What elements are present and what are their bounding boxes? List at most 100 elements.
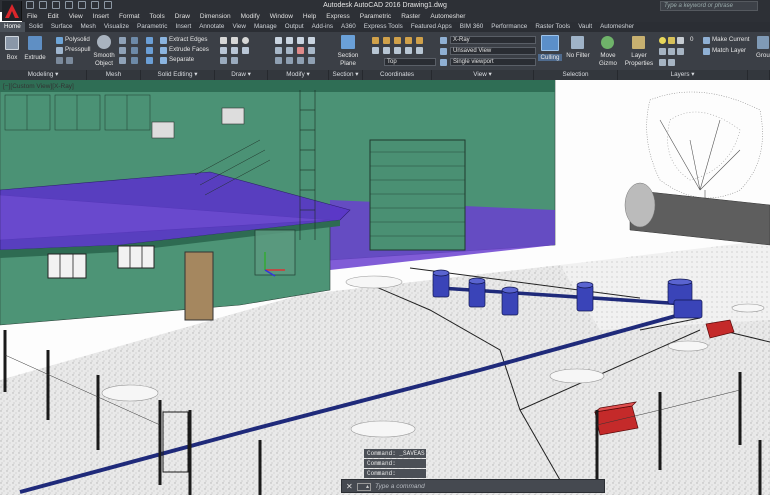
model-space-canvas[interactable] bbox=[0, 80, 770, 495]
match-layer-icon[interactable] bbox=[703, 48, 710, 55]
menu-insert[interactable]: Insert bbox=[88, 12, 114, 22]
menu-automesher[interactable]: Automesher bbox=[425, 12, 470, 22]
tab-mesh[interactable]: Mesh bbox=[77, 22, 100, 32]
named-view-icon[interactable] bbox=[440, 48, 447, 55]
tab-surface[interactable]: Surface bbox=[47, 22, 77, 32]
section-plane-button[interactable]: Section bbox=[335, 52, 361, 59]
tab-express-tools[interactable]: Express Tools bbox=[360, 22, 407, 32]
line-icon[interactable] bbox=[220, 37, 227, 44]
layer-tool4-icon[interactable] bbox=[659, 59, 666, 66]
separate-icon[interactable] bbox=[160, 57, 167, 64]
polyline-icon[interactable] bbox=[231, 37, 238, 44]
search-input[interactable]: Type a keyword or phrase bbox=[660, 1, 758, 11]
panel-selection[interactable]: Selection bbox=[534, 70, 618, 80]
menu-file[interactable]: File bbox=[22, 12, 42, 22]
tab-solid[interactable]: Solid bbox=[25, 22, 47, 32]
command-input[interactable]: Type a command bbox=[375, 483, 425, 490]
union-icon[interactable] bbox=[146, 37, 153, 44]
culling-icon[interactable] bbox=[541, 35, 559, 51]
panel-layers[interactable]: Layers ▾ bbox=[618, 70, 748, 80]
panel-coordinates[interactable]: Coordinates bbox=[363, 70, 432, 80]
layer-tool3-icon[interactable] bbox=[677, 48, 684, 55]
visual-style-dropdown[interactable]: X-Ray bbox=[450, 36, 536, 44]
menu-raster[interactable]: Raster bbox=[396, 12, 425, 22]
rectangle-icon[interactable] bbox=[231, 47, 238, 54]
extrude-faces-button[interactable]: Extrude Faces bbox=[169, 46, 209, 53]
mesh-tool3-icon[interactable] bbox=[119, 57, 126, 64]
groups-icon[interactable] bbox=[757, 36, 769, 49]
tab-featured-apps[interactable]: Featured Apps bbox=[407, 22, 456, 32]
layer-tool5-icon[interactable] bbox=[668, 59, 675, 66]
make-current-icon[interactable] bbox=[703, 37, 710, 44]
mesh-tool5-icon[interactable] bbox=[131, 47, 138, 54]
menu-draw[interactable]: Draw bbox=[170, 12, 195, 22]
subtract-icon[interactable] bbox=[146, 47, 153, 54]
close-command-line-icon[interactable]: ✕ bbox=[346, 482, 353, 491]
tab-add-ins[interactable]: Add-ins bbox=[308, 22, 337, 32]
menu-edit[interactable]: Edit bbox=[42, 12, 63, 22]
box-icon[interactable] bbox=[5, 36, 19, 50]
erase-icon[interactable] bbox=[297, 47, 304, 54]
culling-button[interactable]: Culling bbox=[538, 54, 562, 61]
menu-dimension[interactable]: Dimension bbox=[195, 12, 236, 22]
mesh-tool2-icon[interactable] bbox=[119, 47, 126, 54]
presspull-icon[interactable] bbox=[56, 47, 63, 54]
ucs-view-icon[interactable] bbox=[372, 47, 379, 54]
mirror-icon[interactable] bbox=[275, 47, 282, 54]
intersect-icon[interactable] bbox=[146, 57, 153, 64]
layer-properties-button[interactable]: Layer bbox=[624, 52, 654, 59]
layer-properties-icon[interactable] bbox=[632, 36, 645, 49]
panel-view[interactable]: View ▾ bbox=[432, 70, 534, 80]
command-line[interactable]: ✕ ▴ Type a command bbox=[341, 479, 605, 493]
tab-output[interactable]: Output bbox=[281, 22, 308, 32]
ucs-x-icon[interactable] bbox=[405, 37, 412, 44]
tab-bim-360[interactable]: BIM 360 bbox=[456, 22, 487, 32]
viewport-config-dropdown[interactable]: Single viewport bbox=[450, 58, 536, 66]
move-gizmo-icon[interactable] bbox=[601, 36, 614, 49]
menu-help[interactable]: Help bbox=[298, 12, 321, 22]
modeling-extra-icon[interactable] bbox=[56, 57, 63, 64]
polysolid-icon[interactable] bbox=[56, 37, 63, 44]
smooth-object-button[interactable]: Smooth bbox=[92, 52, 116, 59]
tab-a360[interactable]: A360 bbox=[337, 22, 360, 32]
extrude-button[interactable]: Extrude bbox=[24, 54, 46, 61]
view-cube-icon[interactable] bbox=[440, 37, 447, 44]
ucs-face-icon[interactable] bbox=[394, 47, 401, 54]
extract-edges-button[interactable]: Extract Edges bbox=[169, 36, 208, 43]
menu-parametric[interactable]: Parametric bbox=[355, 12, 396, 22]
drawing-viewport[interactable]: [−][Custom View][X-Ray] bbox=[0, 80, 770, 495]
no-filter-icon[interactable] bbox=[571, 36, 584, 49]
copy-icon[interactable] bbox=[308, 37, 315, 44]
named-view-dropdown[interactable]: Unsaved View bbox=[450, 47, 536, 55]
bulb-icon[interactable] bbox=[659, 37, 666, 44]
scale-icon[interactable] bbox=[286, 57, 293, 64]
extract-edges-icon[interactable] bbox=[160, 37, 167, 44]
tab-raster-tools[interactable]: Raster Tools bbox=[531, 22, 574, 32]
tab-performance[interactable]: Performance bbox=[487, 22, 531, 32]
layer-current-value[interactable]: 0 bbox=[690, 36, 693, 43]
layer-tool2-icon[interactable] bbox=[668, 48, 675, 55]
fillet-icon[interactable] bbox=[286, 47, 293, 54]
separate-button[interactable]: Separate bbox=[169, 56, 194, 63]
extrude-icon[interactable] bbox=[28, 36, 42, 50]
tab-annotate[interactable]: Annotate bbox=[195, 22, 228, 32]
explode-icon[interactable] bbox=[308, 57, 315, 64]
arc-icon[interactable] bbox=[220, 47, 227, 54]
panel-solid-editing[interactable]: Solid Editing ▾ bbox=[141, 70, 215, 80]
viewport-controls-label[interactable]: [−][Custom View][X-Ray] bbox=[3, 83, 74, 90]
mesh-tool6-icon[interactable] bbox=[131, 57, 138, 64]
trim-icon[interactable] bbox=[297, 37, 304, 44]
panel-section[interactable]: Section ▾ bbox=[329, 70, 363, 80]
panel-modify[interactable]: Modify ▾ bbox=[268, 70, 329, 80]
array-icon[interactable] bbox=[308, 47, 315, 54]
rotate-icon[interactable] bbox=[286, 37, 293, 44]
tab-visualize[interactable]: Visualize bbox=[100, 22, 133, 32]
box-button[interactable]: Box bbox=[4, 54, 20, 61]
spline-icon[interactable] bbox=[220, 57, 227, 64]
ucs-world-icon[interactable] bbox=[383, 37, 390, 44]
tab-home[interactable]: Home bbox=[0, 22, 25, 32]
modeling-extra2-icon[interactable] bbox=[66, 57, 73, 64]
lock-icon[interactable] bbox=[677, 37, 684, 44]
panel-draw[interactable]: Draw ▾ bbox=[215, 70, 268, 80]
smooth-object-icon[interactable] bbox=[97, 35, 111, 49]
